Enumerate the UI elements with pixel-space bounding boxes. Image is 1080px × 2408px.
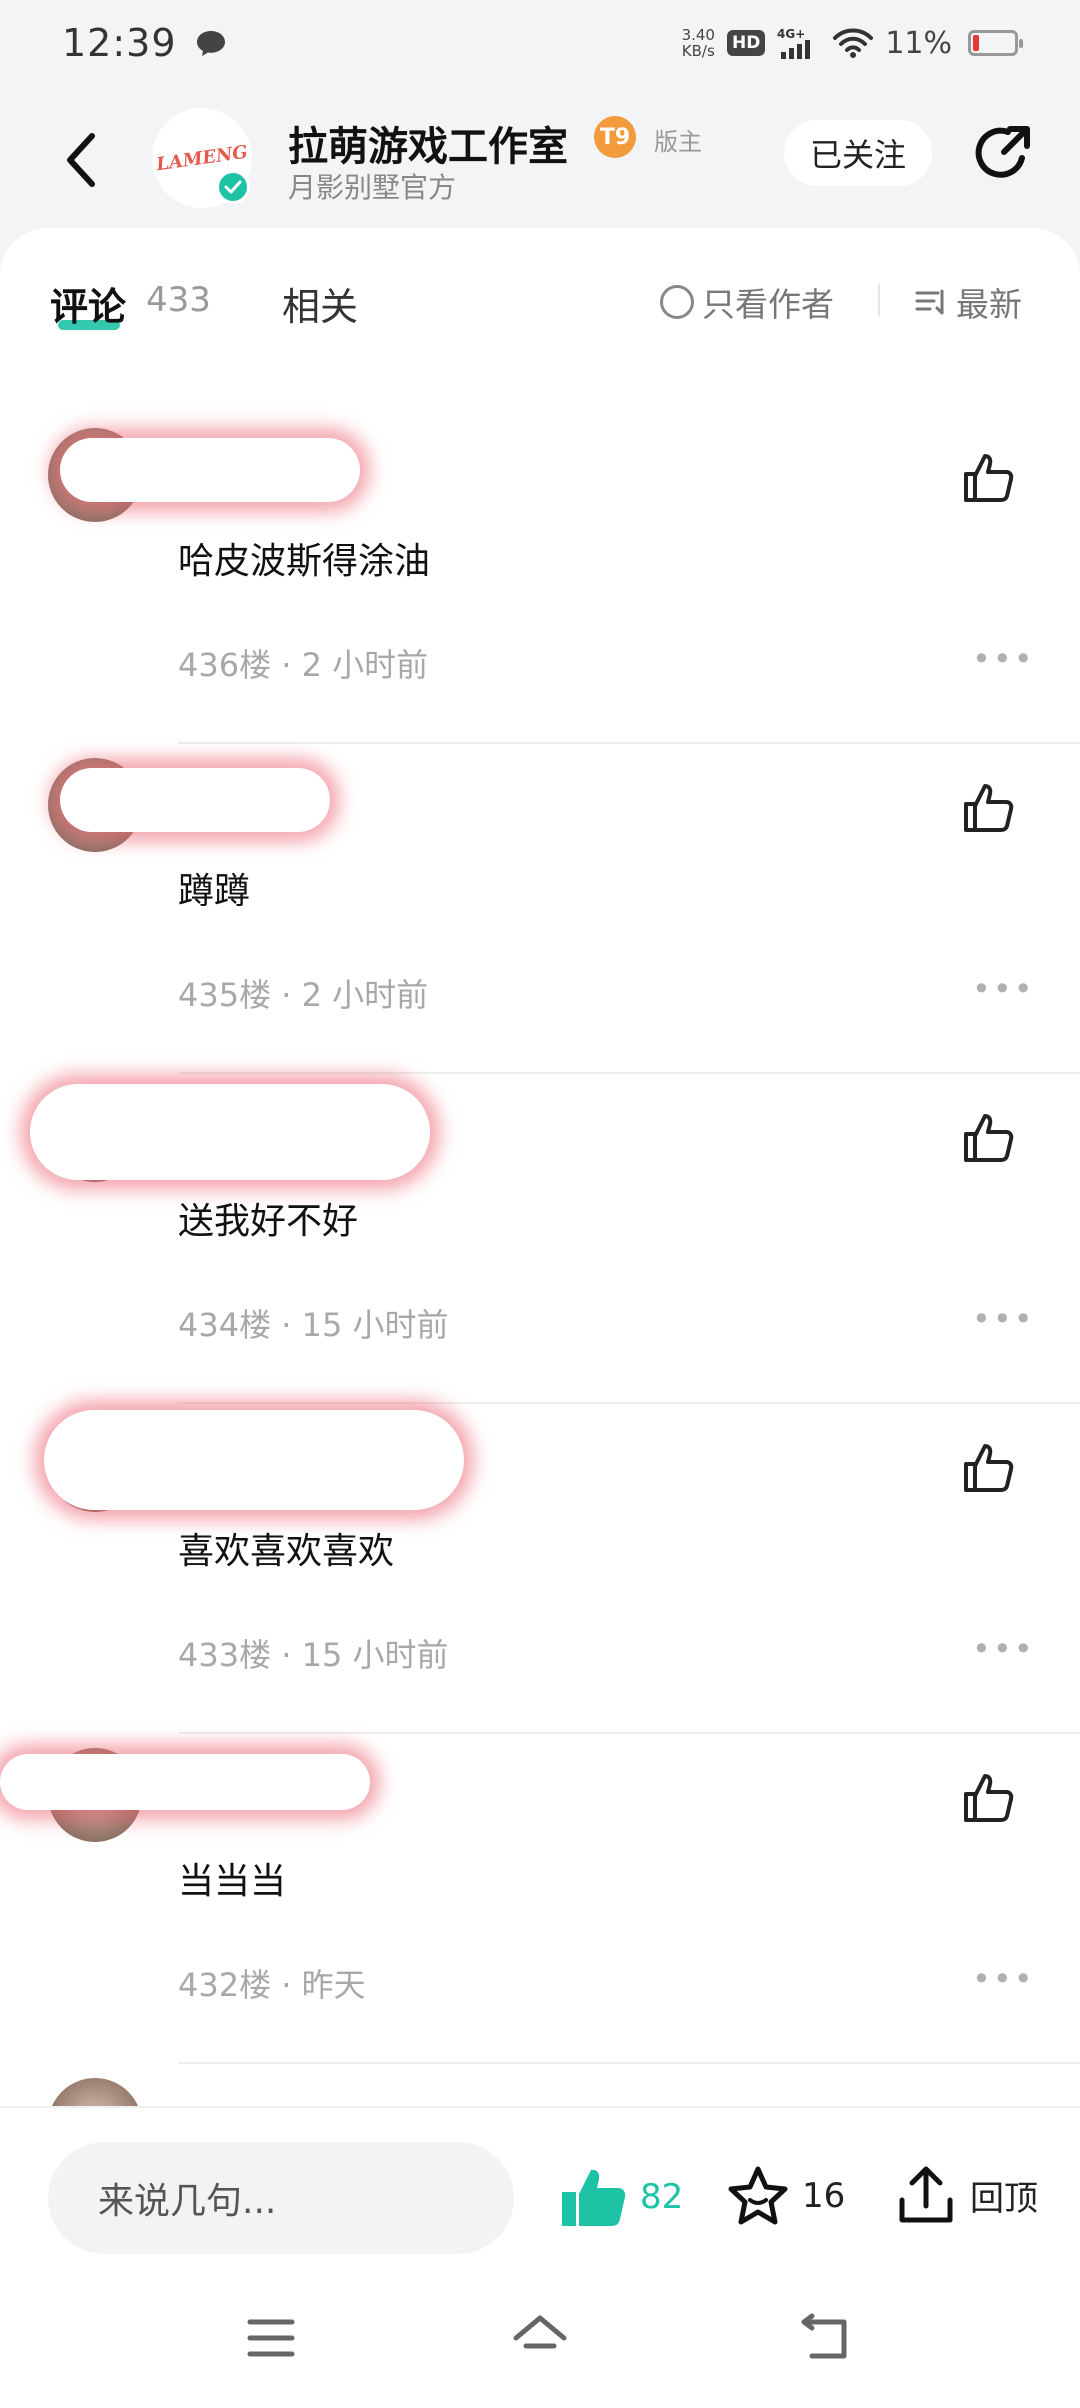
comment-floor: 434楼 bbox=[178, 1306, 272, 1344]
more-options-button[interactable]: ••• bbox=[972, 1300, 1035, 1338]
comment-text: 喜欢喜欢喜欢 bbox=[178, 1531, 395, 1572]
comment-text: 送我好不好 bbox=[178, 1201, 359, 1242]
bottom-action-bar: 来说几句... 82 16 回顶 bbox=[0, 2106, 1080, 2286]
comment-time: 昨天 bbox=[301, 1966, 366, 2004]
home-icon[interactable] bbox=[510, 2312, 570, 2364]
divider bbox=[178, 1732, 1080, 1734]
message-icon bbox=[196, 31, 225, 56]
signal-icon: 4G+ bbox=[777, 27, 811, 59]
moderator-tag: 版主 bbox=[654, 128, 702, 156]
tab-divider bbox=[878, 284, 880, 316]
comment-meta: 432楼 · 昨天 bbox=[178, 1966, 366, 2004]
status-time: 12:39 bbox=[62, 21, 177, 65]
post-header: LAMENG 拉萌游戏工作室 T9 版主 月影别墅官方 已关注 bbox=[0, 100, 1080, 220]
comment-count: 433 bbox=[146, 280, 211, 320]
battery-icon bbox=[968, 30, 1023, 56]
comment-floor: 433楼 bbox=[178, 1636, 272, 1674]
comment-floor: 432楼 bbox=[178, 1966, 272, 2004]
divider bbox=[178, 1402, 1080, 1404]
comment-meta: 434楼 · 15 小时前 bbox=[178, 1306, 449, 1344]
menu-icon[interactable] bbox=[246, 2316, 296, 2360]
comment-item[interactable]: 蹲蹲 435楼 · 2 小时前 ••• bbox=[0, 758, 1080, 1088]
thumbs-up-icon[interactable] bbox=[958, 1438, 1018, 1498]
comment-floor: 435楼 bbox=[178, 976, 272, 1014]
comment-meta: 433楼 · 15 小时前 bbox=[178, 1636, 449, 1674]
thumbs-up-icon[interactable] bbox=[958, 778, 1018, 838]
hd-badge: HD bbox=[726, 30, 766, 56]
thumbs-up-icon[interactable] bbox=[958, 448, 1018, 508]
comment-item[interactable]: 喜欢喜欢喜欢 433楼 · 15 小时前 ••• bbox=[0, 1410, 1080, 1748]
comment-text: 蹲蹲 bbox=[178, 871, 251, 912]
sort-label: 最新 bbox=[956, 285, 1022, 324]
back-nav-icon[interactable] bbox=[798, 2312, 852, 2362]
net-speed: 3.40 KB/s bbox=[681, 26, 715, 60]
comment-item[interactable]: 送我好不好 434楼 · 15 小时前 ••• bbox=[0, 1084, 1080, 1418]
comment-time: 15 小时前 bbox=[301, 1636, 449, 1674]
comment-meta: 435楼 · 2 小时前 bbox=[178, 976, 429, 1014]
wifi-icon bbox=[833, 28, 874, 58]
status-bar: 12:39 3.40 KB/s HD 4G+ 11% bbox=[0, 0, 1080, 86]
chevron-left-icon bbox=[67, 133, 95, 187]
comment-time: 2 小时前 bbox=[301, 976, 429, 1014]
svg-text:4G+: 4G+ bbox=[777, 27, 805, 41]
redacted-username bbox=[44, 1410, 464, 1510]
follow-button[interactable]: 已关注 bbox=[784, 120, 932, 186]
like-count: 82 bbox=[640, 2177, 684, 2217]
sort-button[interactable]: 最新 bbox=[914, 278, 1022, 326]
comment-text: 哈皮波斯得涂油 bbox=[178, 541, 431, 582]
more-options-button[interactable]: ••• bbox=[972, 1960, 1035, 1998]
redacted-username bbox=[0, 1754, 370, 1810]
comment-item[interactable]: 哈皮波斯得涂油 436楼 · 2 小时前 ••• bbox=[0, 428, 1080, 758]
tab-related[interactable]: 相关 bbox=[282, 276, 358, 331]
comment-panel: 评论 433 相关 只看作者 最新 哈皮波斯得涂油 436楼 · 2 小时前 •… bbox=[0, 228, 1080, 2108]
comment-time: 15 小时前 bbox=[301, 1306, 449, 1344]
back-to-top-label: 回顶 bbox=[970, 2178, 1038, 2219]
redacted-username bbox=[30, 1084, 430, 1180]
battery-percent: 11% bbox=[885, 25, 952, 61]
thumbs-up-filled-icon bbox=[562, 2169, 626, 2226]
author-only-toggle[interactable]: 只看作者 bbox=[660, 278, 834, 326]
divider bbox=[178, 742, 1080, 744]
divider bbox=[178, 1072, 1080, 1074]
comment-input[interactable]: 来说几句... bbox=[48, 2142, 514, 2254]
upload-arrow-icon bbox=[899, 2166, 953, 2223]
comment-meta: 436楼 · 2 小时前 bbox=[178, 646, 429, 684]
thumbs-up-icon[interactable] bbox=[958, 1108, 1018, 1168]
back-to-top-button[interactable]: 回顶 bbox=[896, 2164, 1038, 2226]
star-icon bbox=[728, 2166, 788, 2225]
comment-item[interactable] bbox=[0, 2078, 1080, 2108]
system-nav-bar bbox=[0, 2286, 1080, 2408]
more-options-button[interactable]: ••• bbox=[972, 970, 1035, 1008]
tab-comments[interactable]: 评论 bbox=[50, 276, 126, 331]
like-post-button[interactable]: 82 bbox=[558, 2164, 683, 2230]
comment-time: 2 小时前 bbox=[301, 646, 429, 684]
back-button[interactable] bbox=[52, 126, 112, 194]
studio-name[interactable]: 拉萌游戏工作室 bbox=[288, 114, 568, 172]
thumbs-up-icon[interactable] bbox=[958, 1768, 1018, 1828]
redacted-username bbox=[60, 768, 330, 832]
author-only-label: 只看作者 bbox=[702, 285, 834, 324]
favorite-button[interactable]: 16 bbox=[726, 2164, 845, 2228]
sort-icon bbox=[915, 289, 944, 315]
comment-item[interactable]: 当当当 432楼 · 昨天 ••• bbox=[0, 1748, 1080, 2078]
more-options-button[interactable]: ••• bbox=[972, 640, 1035, 678]
more-options-button[interactable]: ••• bbox=[972, 1630, 1035, 1668]
level-badge: T9 bbox=[594, 116, 636, 158]
favorite-count: 16 bbox=[802, 2176, 846, 2216]
divider bbox=[178, 2062, 1080, 2064]
redacted-username bbox=[60, 438, 360, 502]
comment-text: 当当当 bbox=[178, 1861, 287, 1902]
user-avatar[interactable] bbox=[48, 2078, 142, 2108]
comment-tabs: 评论 433 相关 只看作者 最新 bbox=[0, 228, 1080, 378]
share-icon[interactable] bbox=[968, 118, 1038, 188]
studio-subtitle: 月影别墅官方 bbox=[288, 171, 457, 204]
comment-floor: 436楼 bbox=[178, 646, 272, 684]
radio-icon bbox=[660, 285, 694, 319]
verified-icon bbox=[216, 170, 250, 204]
